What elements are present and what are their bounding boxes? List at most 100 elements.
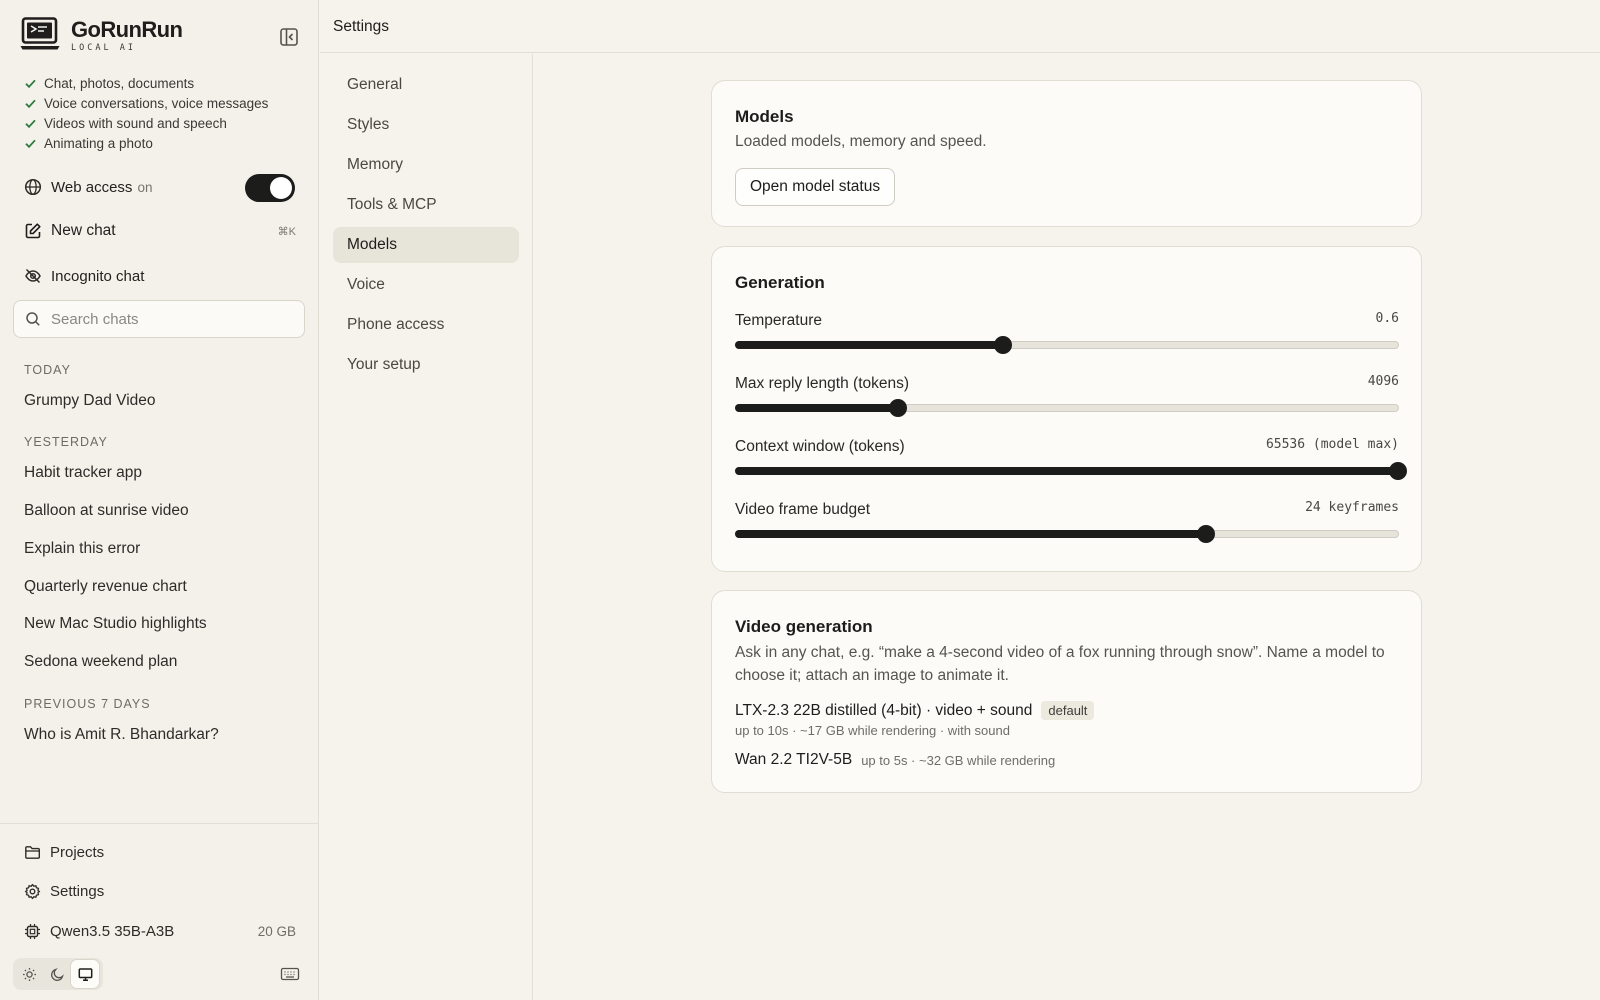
- chat-list-item[interactable]: New Mac Studio highlights: [24, 615, 207, 633]
- settings-nav-your-setup[interactable]: Your setup: [333, 347, 519, 383]
- incognito-chat-label: Incognito chat: [51, 267, 145, 285]
- chat-list-item[interactable]: Explain this error: [24, 540, 140, 558]
- settings-nav: General Styles Memory Tools & MCP Models…: [320, 54, 533, 1000]
- slider-fill: [735, 341, 1002, 349]
- video-model-ltx: LTX-2.3 22B distilled (4-bit) · video + …: [735, 701, 1095, 720]
- generation-card-title: Generation: [735, 273, 825, 292]
- new-chat-button[interactable]: New chat ⌘K: [24, 218, 296, 244]
- group-label-previous-7-days: PREVIOUS 7 DAYS: [24, 697, 151, 711]
- gear-icon: [24, 883, 41, 899]
- feature-label: Voice conversations, voice messages: [44, 95, 269, 111]
- eye-off-icon: [25, 268, 41, 284]
- generation-card: Generation Temperature 0.6 Max reply len…: [711, 246, 1422, 572]
- settings-header: Settings: [320, 0, 1600, 53]
- video-model-name: Wan 2.2 TI2V-5B: [735, 751, 853, 768]
- context-window-label: Context window (tokens): [735, 438, 905, 455]
- slider-fill: [735, 404, 898, 412]
- slider-thumb[interactable]: [1197, 525, 1216, 543]
- settings-nav-tools-mcp[interactable]: Tools & MCP: [333, 187, 519, 223]
- settings-nav-general[interactable]: General: [333, 67, 519, 103]
- theme-dark-button[interactable]: [43, 960, 71, 988]
- feature-item: Voice conversations, voice messages: [24, 93, 268, 113]
- model-name: Qwen3.5 35B-A3B: [50, 922, 175, 940]
- new-chat-shortcut: ⌘K: [277, 225, 296, 238]
- app-logo[interactable]: GoRunRun LOCAL AI: [20, 17, 183, 53]
- settings-nav-styles[interactable]: Styles: [333, 107, 519, 143]
- slider-thumb[interactable]: [993, 336, 1012, 354]
- check-icon: [25, 99, 36, 108]
- feature-item: Chat, photos, documents: [24, 73, 268, 93]
- sidebar-footer-divider: [0, 823, 319, 824]
- search-icon: [26, 312, 40, 326]
- collapse-sidebar-icon[interactable]: [278, 26, 300, 48]
- chat-list-item[interactable]: Sedona weekend plan: [24, 653, 177, 671]
- check-icon: [25, 139, 36, 148]
- keyboard-icon[interactable]: [280, 965, 300, 983]
- max-reply-length-label: Max reply length (tokens): [735, 375, 910, 392]
- app-name: GoRunRun: [71, 17, 183, 42]
- settings-nav-voice[interactable]: Voice: [333, 267, 519, 303]
- chat-list-item[interactable]: Who is Amit R. Bhandarkar?: [24, 726, 219, 744]
- chat-list-item[interactable]: Grumpy Dad Video: [24, 392, 156, 410]
- open-model-status-button[interactable]: Open model status: [735, 168, 896, 206]
- theme-light-button[interactable]: [15, 960, 43, 988]
- feature-label: Videos with sound and speech: [44, 115, 227, 131]
- max-reply-length-slider[interactable]: [735, 399, 1399, 417]
- monitor-icon: [78, 967, 92, 981]
- default-badge: default: [1041, 701, 1095, 720]
- theme-switcher: [13, 958, 103, 990]
- feature-item: Videos with sound and speech: [24, 113, 268, 133]
- feature-label: Chat, photos, documents: [44, 75, 195, 91]
- settings-nav-phone-access[interactable]: Phone access: [333, 307, 519, 343]
- chat-list-item[interactable]: Balloon at sunrise video: [24, 502, 189, 520]
- incognito-chat-button[interactable]: Incognito chat: [24, 263, 296, 289]
- laptop-logo-icon: [20, 17, 60, 50]
- slider-fill: [735, 530, 1206, 538]
- settings-nav-memory[interactable]: Memory: [333, 147, 519, 183]
- slider-thumb[interactable]: [1389, 462, 1407, 480]
- temperature-label: Temperature: [735, 312, 823, 329]
- models-card-description: Loaded models, memory and speed.: [735, 133, 987, 150]
- models-card-title: Models: [735, 107, 794, 126]
- feature-list: Chat, photos, documents Voice conversati…: [24, 73, 268, 153]
- search-input[interactable]: [51, 310, 281, 328]
- settings-button[interactable]: Settings: [24, 880, 296, 902]
- compose-icon: [25, 223, 41, 239]
- projects-label: Projects: [50, 843, 105, 861]
- check-icon: [25, 119, 36, 128]
- web-access-state: on: [137, 179, 153, 195]
- models-card: Models Loaded models, memory and speed. …: [711, 80, 1422, 227]
- moon-icon: [50, 967, 64, 981]
- group-label-today: TODAY: [24, 363, 71, 377]
- slider-thumb[interactable]: [889, 399, 908, 417]
- slider-fill: [735, 467, 1397, 475]
- sidebar: GoRunRun LOCAL AI Chat, photos, document…: [0, 0, 319, 1000]
- web-access-label: Web access: [51, 178, 133, 196]
- video-generation-title: Video generation: [735, 617, 873, 636]
- projects-button[interactable]: Projects: [24, 841, 296, 863]
- chip-icon: [25, 923, 40, 939]
- video-frame-budget-value: 24 keyframes: [1305, 500, 1399, 515]
- video-model-meta: up to 10s · ~17 GB while rendering · wit…: [735, 723, 1010, 738]
- settings-nav-models[interactable]: Models: [333, 227, 519, 263]
- check-icon: [25, 79, 36, 88]
- toggle-knob: [270, 177, 292, 199]
- temperature-slider[interactable]: [735, 336, 1399, 354]
- video-model-meta: up to 5s · ~32 GB while rendering: [861, 752, 1056, 768]
- theme-system-button[interactable]: [71, 960, 99, 988]
- video-model-name: LTX-2.3 22B distilled (4-bit) · video + …: [735, 701, 1033, 719]
- context-window-slider[interactable]: [735, 462, 1407, 480]
- video-frame-budget-slider[interactable]: [735, 525, 1399, 543]
- app-subtitle: LOCAL AI: [71, 43, 136, 53]
- context-window-value: 65536 (model max): [1265, 437, 1399, 452]
- new-chat-label: New chat: [51, 222, 116, 239]
- video-generation-card: Video generation Ask in any chat, e.g. “…: [711, 590, 1422, 793]
- feature-item: Animating a photo: [24, 133, 268, 153]
- model-selector[interactable]: Qwen3.5 35B-A3B 20 GB: [24, 920, 296, 942]
- settings-label: Settings: [50, 882, 105, 900]
- web-access-toggle[interactable]: [245, 174, 295, 202]
- web-access-row: Web access on: [24, 174, 296, 202]
- page-title: Settings: [333, 18, 390, 35]
- chat-list-item[interactable]: Habit tracker app: [24, 464, 142, 482]
- chat-list-item[interactable]: Quarterly revenue chart: [24, 578, 187, 596]
